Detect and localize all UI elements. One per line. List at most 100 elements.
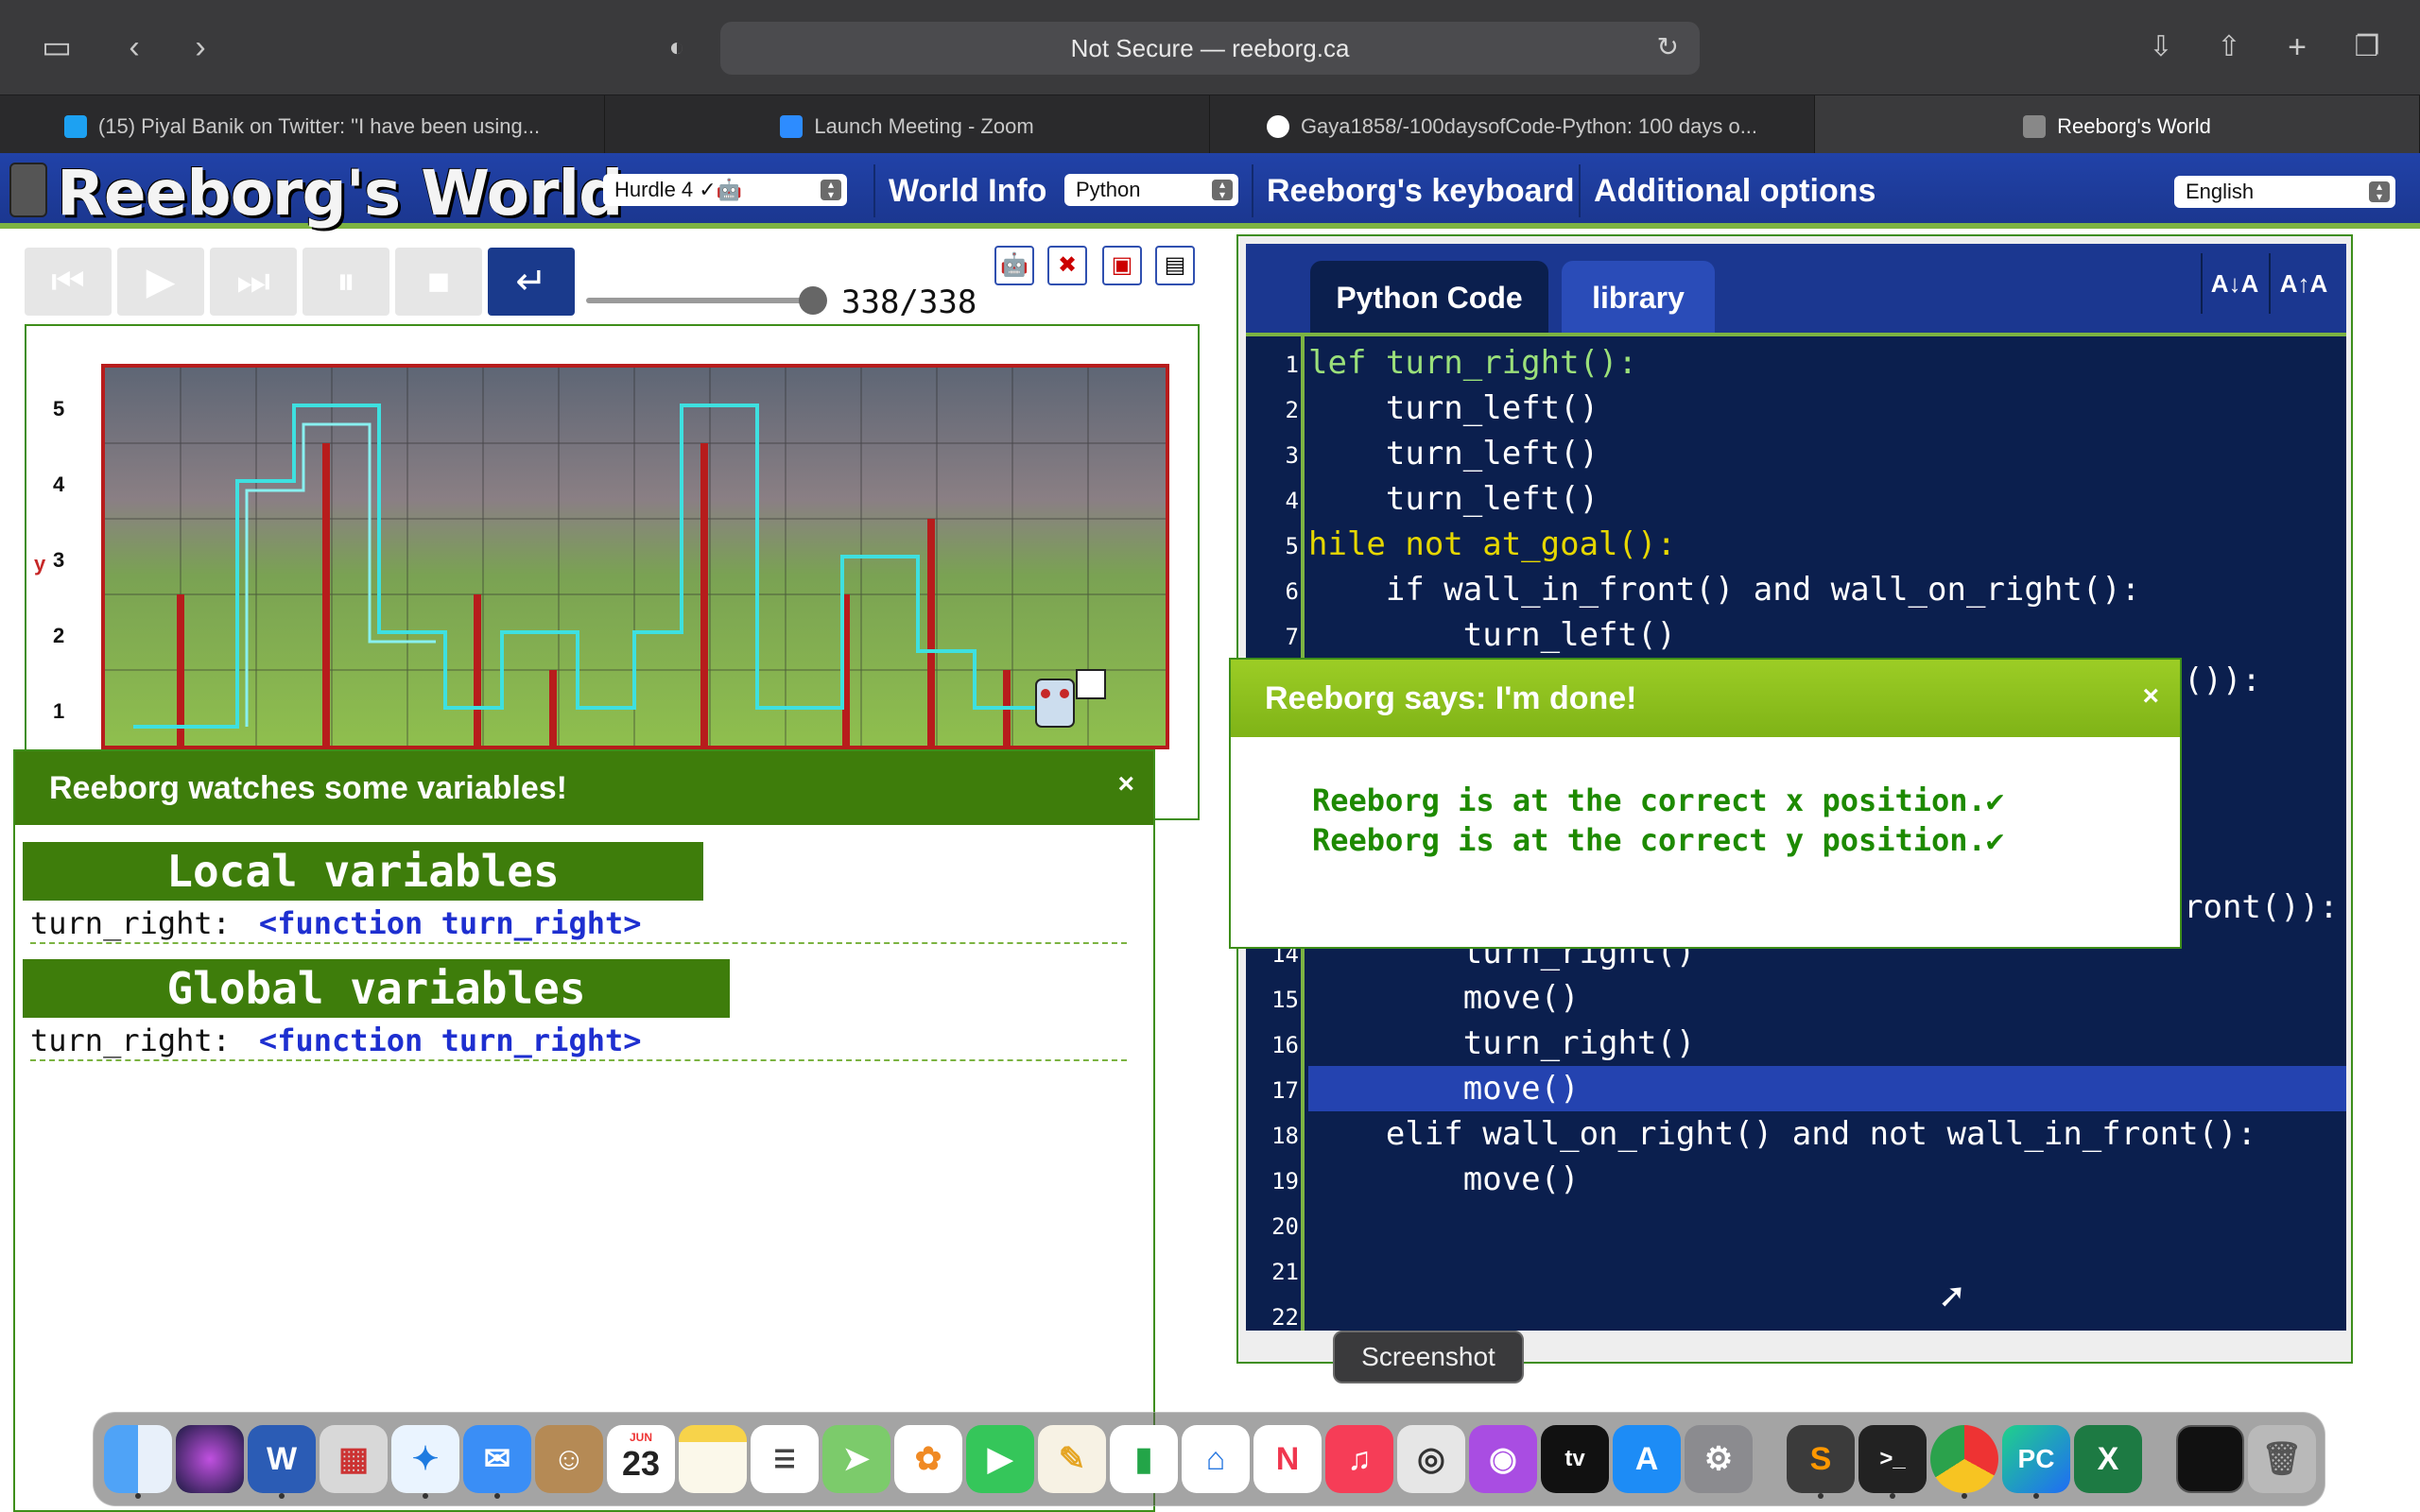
running-indicator [494, 1493, 500, 1499]
excel-icon[interactable]: X [2074, 1425, 2142, 1493]
mouse-cursor-icon: ➚ [1938, 1276, 1967, 1314]
appletv-icon[interactable]: tv [1541, 1425, 1609, 1493]
tab-library[interactable]: library [1562, 261, 1715, 335]
new-tab-icon[interactable]: + [2278, 28, 2316, 66]
reminders-icon[interactable]: ☰ [751, 1425, 819, 1493]
zoom-icon [780, 115, 804, 138]
line-number: 3 [1285, 442, 1299, 469]
back-icon[interactable]: ‹ [115, 28, 153, 66]
var-value: <function turn_right> [258, 905, 642, 941]
code-line-2: turn_left() [1308, 389, 1599, 427]
address-bar[interactable]: Not Secure — reeborg.ca ↻ [720, 22, 1700, 75]
world-grid [105, 368, 1166, 746]
robot-view-icon[interactable]: 🤖 [994, 246, 1034, 285]
first-step-button[interactable]: ⏮ [25, 248, 112, 316]
maps-icon[interactable]: ➤ [822, 1425, 890, 1493]
dock-tooltip: Screenshot [1333, 1331, 1524, 1383]
notes-icon[interactable] [679, 1425, 747, 1493]
download-icon[interactable]: ⇩ [2142, 28, 2180, 66]
local-var-row: turn_right: <function turn_right> [30, 904, 1127, 944]
system-preferences-icon[interactable]: ⚙ [1685, 1425, 1753, 1493]
code-line-18: elif wall_on_right() and not wall_in_fro… [1308, 1115, 2257, 1153]
freeform-icon[interactable]: ✎ [1038, 1425, 1106, 1493]
keynote-icon[interactable]: ⌂ [1182, 1425, 1250, 1493]
tab-overview-icon[interactable]: ❐ [2348, 28, 2386, 66]
running-indicator [1962, 1493, 1967, 1499]
terminal-icon[interactable]: >_ [1858, 1425, 1927, 1493]
run-button[interactable]: ▶ [117, 248, 204, 316]
word-icon[interactable]: W [248, 1425, 316, 1493]
numbers-icon[interactable]: ▮ [1110, 1425, 1178, 1493]
world-edit-icon[interactable]: ✖ [1047, 246, 1087, 285]
share-icon[interactable]: ⇧ [2210, 28, 2248, 66]
highlight-icon[interactable]: ▣ [1102, 246, 1142, 285]
mail-icon[interactable]: ✉ [463, 1425, 531, 1493]
skip-back-icon: ⏮ [51, 261, 85, 302]
step-slider-thumb[interactable] [799, 286, 827, 315]
ui-language-select[interactable]: English ▴ ▾ [2174, 176, 2395, 208]
watch-variables-icon[interactable]: ▤ [1155, 246, 1195, 285]
step-button[interactable]: ⏭ [210, 248, 297, 316]
code-line-4: turn_left() [1308, 480, 1599, 518]
appstore-icon[interactable]: A [1613, 1425, 1681, 1493]
contacts-icon[interactable]: ☺ [535, 1425, 603, 1493]
reload-world-button[interactable]: ↵ [488, 248, 575, 316]
window-preview-icon[interactable] [2176, 1425, 2244, 1493]
return-arrow-icon: ↵ [515, 261, 547, 302]
privacy-shield-icon[interactable]: ◐ [658, 28, 696, 66]
world-select[interactable]: Hurdle 4 ✓🤖 ▴ ▾ [603, 174, 847, 206]
language-select[interactable]: Python ▴ ▾ [1064, 174, 1238, 206]
menu-reeborg-keyboard[interactable]: Reeborg's keyboard [1252, 164, 1588, 217]
stop-button[interactable]: ■ [395, 248, 482, 316]
running-indicator [2033, 1493, 2039, 1499]
running-indicator [279, 1493, 285, 1499]
screenshot-icon[interactable]: ◎ [1397, 1425, 1465, 1493]
step-slider[interactable] [586, 298, 813, 303]
tab-bar: (15) Piyal Banik on Twitter: "I have bee… [0, 94, 2420, 158]
launchpad-icon[interactable]: ▦ [320, 1425, 388, 1493]
menu-additional-options[interactable]: Additional options [1579, 164, 1889, 217]
pause-button[interactable]: ⏸ [302, 248, 389, 316]
variables-panel-title: Reeborg watches some variables! [49, 769, 568, 806]
close-icon[interactable]: × [2142, 680, 2159, 713]
news-icon[interactable]: N [1253, 1425, 1322, 1493]
photos-icon[interactable]: ✿ [894, 1425, 962, 1493]
font-decrease-button[interactable]: A↓A [2201, 253, 2267, 314]
running-indicator [423, 1493, 428, 1499]
tab-github[interactable]: Gaya1858/-100daysofCode-Python: 100 days… [1210, 95, 1815, 158]
language-select-value: Python [1076, 178, 1141, 201]
tab-reeborg[interactable]: Reeborg's World [1815, 95, 2420, 158]
sublime-icon[interactable]: S [1787, 1425, 1855, 1493]
global-var-row: turn_right: <function turn_right> [30, 1022, 1127, 1061]
finder-icon[interactable] [104, 1425, 172, 1493]
y-label-4: 4 [53, 472, 65, 496]
y-label-2: 2 [53, 624, 65, 647]
tab-python-code[interactable]: Python Code [1310, 261, 1548, 335]
address-text: Not Secure — reeborg.ca [1070, 33, 1350, 62]
podcasts-icon[interactable]: ◉ [1469, 1425, 1537, 1493]
menu-world-info[interactable]: World Info [873, 164, 1060, 217]
music-icon[interactable]: ♫ [1325, 1425, 1393, 1493]
facetime-icon[interactable]: ▶ [966, 1425, 1034, 1493]
tab-twitter[interactable]: (15) Piyal Banik on Twitter: "I have bee… [0, 95, 605, 158]
editor-tab-bar: Python Code library A↓A A↑A [1246, 244, 2346, 335]
line-number: 1 [1285, 352, 1299, 378]
sidebar-toggle-icon[interactable]: ▭ [38, 28, 76, 66]
running-indicator [1890, 1493, 1895, 1499]
safari-icon[interactable]: ✦ [391, 1425, 459, 1493]
calendar-icon[interactable]: JUN 23 [607, 1425, 675, 1493]
chrome-icon[interactable] [1930, 1425, 1998, 1493]
code-line-15: move() [1308, 979, 1580, 1017]
line-number: 5 [1285, 533, 1299, 559]
font-increase-button[interactable]: A↑A [2269, 253, 2337, 314]
tab-zoom[interactable]: Launch Meeting - Zoom [605, 95, 1210, 158]
done-dialog-title: Reeborg says: I'm done! [1265, 679, 1637, 716]
forward-icon[interactable]: › [182, 28, 219, 66]
code-line-3: turn_left() [1308, 435, 1599, 472]
reload-icon[interactable]: ↻ [1657, 31, 1679, 62]
trash-icon[interactable]: 🗑 [2248, 1425, 2316, 1493]
tab-label: Launch Meeting - Zoom [814, 114, 1034, 138]
siri-icon[interactable] [176, 1425, 244, 1493]
pycharm-icon[interactable]: PC [2002, 1425, 2070, 1493]
close-icon[interactable]: × [1117, 768, 1134, 800]
